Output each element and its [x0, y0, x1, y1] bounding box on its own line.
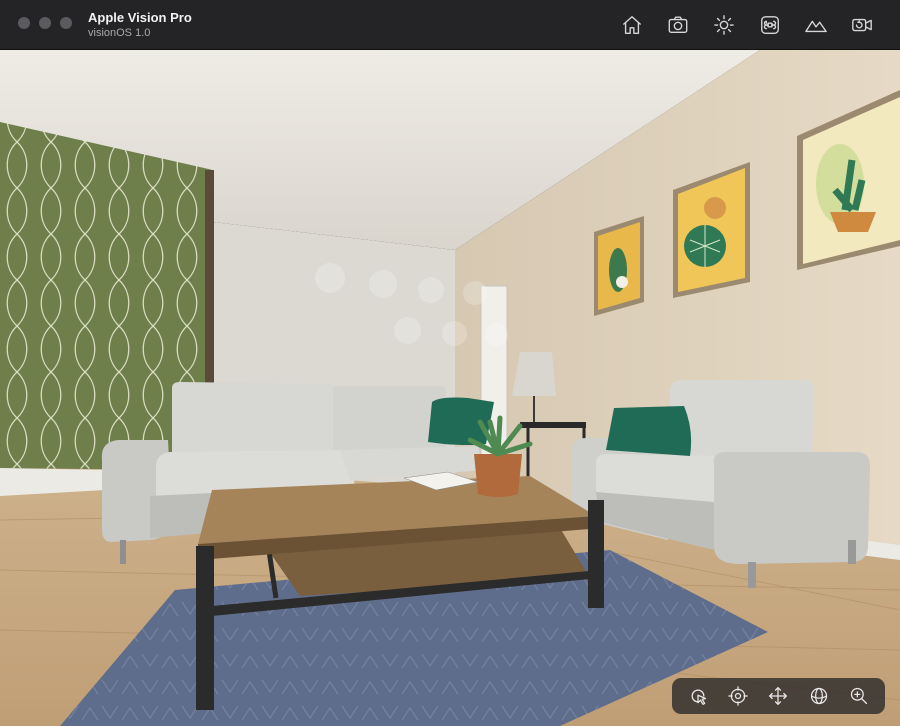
command-icon: [761, 16, 779, 34]
home-button[interactable]: [616, 11, 648, 39]
move-button[interactable]: [763, 681, 793, 711]
green-pillow-sofa: [428, 397, 494, 445]
zoom-icon: [850, 687, 867, 705]
loading-dot: [369, 270, 397, 298]
interaction-controls: [672, 678, 885, 714]
target-button[interactable]: [723, 681, 753, 711]
minimize-window-button[interactable]: [39, 17, 51, 29]
video-camera-icon: [852, 18, 872, 32]
screenshot-button[interactable]: [662, 11, 694, 39]
close-window-button[interactable]: [18, 17, 30, 29]
loading-dot: [442, 321, 467, 346]
scene-viewport[interactable]: [0, 50, 900, 726]
wall-art-1: [594, 216, 644, 316]
window-titles: Apple Vision Pro visionOS 1.0: [88, 10, 192, 40]
window-subtitle: visionOS 1.0: [88, 27, 151, 39]
zoom-window-button[interactable]: [60, 17, 72, 29]
pointer-button[interactable]: [683, 681, 713, 711]
loading-dot: [315, 263, 345, 293]
brightness-button[interactable]: [708, 11, 740, 39]
window-title: Apple Vision Pro: [88, 10, 192, 25]
loading-dot: [418, 277, 444, 303]
loading-dot: [463, 281, 487, 305]
zoom-button[interactable]: [844, 681, 874, 711]
pointer-icon: [691, 689, 707, 705]
move-icon: [769, 687, 788, 705]
target-icon: [728, 686, 749, 706]
command-button[interactable]: [754, 11, 786, 39]
environment-button[interactable]: [800, 11, 832, 39]
toolbar: [616, 11, 878, 39]
loading-dot: [485, 323, 508, 346]
brightness-icon: [714, 15, 734, 35]
camera-icon: [668, 16, 688, 34]
window-controls: [18, 17, 72, 29]
mountains-icon: [805, 20, 827, 33]
video-capture-button[interactable]: [846, 11, 878, 39]
living-room-scene: [0, 50, 900, 726]
loading-dot: [394, 317, 421, 344]
home-icon: [623, 16, 641, 34]
window-titlebar: Apple Vision Pro visionOS 1.0: [0, 0, 900, 50]
green-pillow-armchair: [606, 406, 692, 456]
orbit-button[interactable]: [804, 681, 834, 711]
orbit-icon: [810, 687, 827, 705]
